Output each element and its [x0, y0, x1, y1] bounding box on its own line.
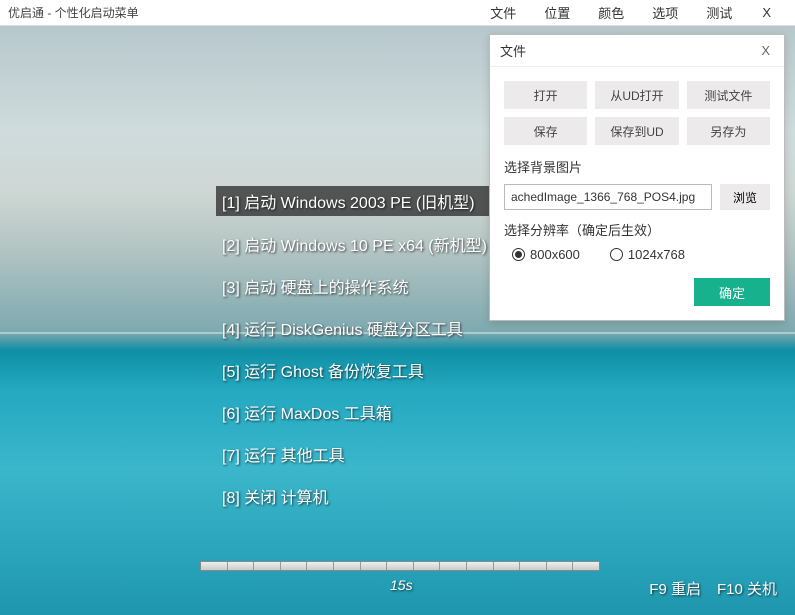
file-panel-header: 文件 X: [490, 35, 784, 67]
save-to-ud-button[interactable]: 保存到UD: [595, 117, 678, 145]
boot-item-1[interactable]: [1] 启动 Windows 2003 PE (旧机型): [216, 186, 493, 216]
boot-menu: [1] 启动 Windows 2003 PE (旧机型) [2] 启动 Wind…: [216, 186, 493, 510]
preview-canvas: [1] 启动 Windows 2003 PE (旧机型) [2] 启动 Wind…: [0, 26, 795, 615]
resolution-option-800[interactable]: 800x600: [512, 247, 580, 262]
countdown-progress: [200, 561, 600, 571]
save-as-button[interactable]: 另存为: [687, 117, 770, 145]
boot-item-3[interactable]: [3] 启动 硬盘上的操作系统: [216, 272, 493, 300]
confirm-button[interactable]: 确定: [694, 278, 770, 306]
resolution-option-1024[interactable]: 1024x768: [610, 247, 685, 262]
radio-icon: [512, 248, 525, 261]
open-button[interactable]: 打开: [504, 81, 587, 109]
menu-options[interactable]: 选项: [638, 0, 692, 26]
boot-item-6[interactable]: [6] 运行 MaxDos 工具箱: [216, 398, 493, 426]
hotkey-bar: F9 重启 F10 关机: [649, 578, 777, 599]
file-panel: 文件 X 打开 从UD打开 测试文件 保存 保存到UD 另存为 选择背景图片 浏…: [489, 34, 785, 321]
window-title: 优启通 - 个性化启动菜单: [8, 4, 139, 21]
file-panel-close[interactable]: X: [757, 43, 774, 58]
open-from-ud-button[interactable]: 从UD打开: [595, 81, 678, 109]
menubar: 文件 位置 颜色 选项 测试: [476, 0, 746, 26]
boot-item-7[interactable]: [7] 运行 其他工具: [216, 440, 493, 468]
menu-position[interactable]: 位置: [530, 0, 584, 26]
save-button[interactable]: 保存: [504, 117, 587, 145]
boot-item-2[interactable]: [2] 启动 Windows 10 PE x64 (新机型): [216, 230, 493, 258]
browse-button[interactable]: 浏览: [720, 184, 770, 210]
bg-section-label: 选择背景图片: [504, 157, 770, 176]
resolution-option-label: 800x600: [530, 247, 580, 262]
test-file-button[interactable]: 测试文件: [687, 81, 770, 109]
window-close-button[interactable]: X: [746, 1, 787, 24]
bg-path-input[interactable]: [504, 184, 712, 210]
radio-icon: [610, 248, 623, 261]
boot-item-4[interactable]: [4] 运行 DiskGenius 硬盘分区工具: [216, 314, 493, 342]
titlebar: 优启通 - 个性化启动菜单 文件 位置 颜色 选项 测试 X: [0, 0, 795, 26]
resolution-option-label: 1024x768: [628, 247, 685, 262]
boot-item-5[interactable]: [5] 运行 Ghost 备份恢复工具: [216, 356, 493, 384]
boot-item-8[interactable]: [8] 关闭 计算机: [216, 482, 493, 510]
file-panel-title: 文件: [500, 41, 526, 60]
hotkey-shutdown: F10 关机: [717, 578, 777, 599]
menu-file[interactable]: 文件: [476, 0, 530, 26]
menu-test[interactable]: 测试: [692, 0, 746, 26]
hotkey-restart: F9 重启: [649, 578, 701, 599]
resolution-section-label: 选择分辨率（确定后生效）: [504, 220, 770, 239]
menu-color[interactable]: 颜色: [584, 0, 638, 26]
countdown-timer: 15s: [390, 577, 413, 593]
